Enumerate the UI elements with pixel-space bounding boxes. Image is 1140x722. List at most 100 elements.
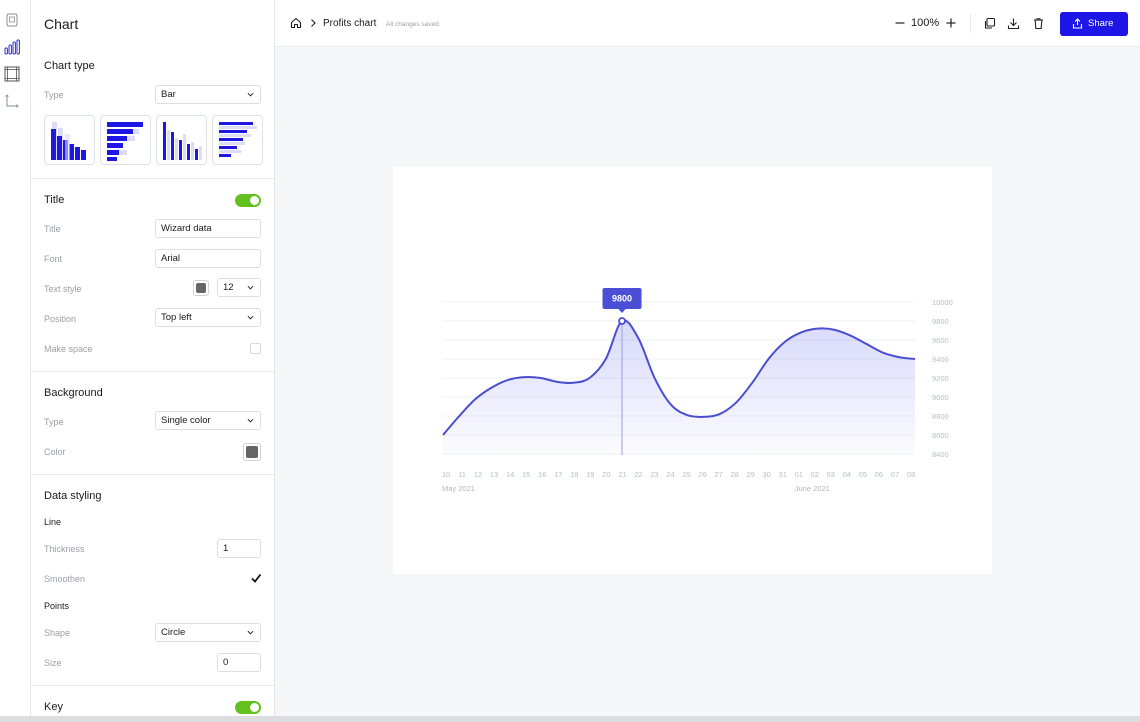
position-select[interactable]: Top left — [155, 308, 261, 327]
divider — [31, 178, 274, 179]
share-label: Share — [1088, 18, 1114, 29]
points-heading: Points — [44, 601, 70, 611]
shape-value: Circle — [161, 627, 186, 638]
line-heading: Line — [44, 517, 62, 527]
key-heading: Key — [44, 701, 63, 713]
position-label: Position — [44, 314, 77, 324]
size-label: Size — [44, 658, 62, 668]
font-input[interactable]: Arial — [155, 249, 261, 268]
toolbar-separator — [970, 14, 971, 33]
page-icon[interactable] — [4, 12, 20, 28]
make-space-checkbox[interactable] — [250, 343, 261, 354]
duplicate-icon[interactable] — [983, 17, 996, 30]
chart-card[interactable]: 9800 8400 8600 8800 9000 9200 9400 9600 9800 100… — [393, 167, 992, 574]
chart-icon[interactable] — [4, 39, 20, 55]
shape-select[interactable]: Circle — [155, 623, 261, 642]
bar-horizontal-icon — [107, 122, 143, 161]
area-chart: 9800 84008600880090009200940096009800100… — [442, 288, 953, 493]
y-tick-label: 9400 — [932, 355, 949, 364]
tooltip-arrow — [618, 309, 626, 313]
x-tick-label: 08 — [907, 470, 915, 479]
thumb-bar-horizontal[interactable] — [100, 115, 151, 165]
size-input[interactable]: 0 — [217, 653, 261, 672]
x-tick-label: 03 — [827, 470, 835, 479]
x-tick-label: 02 — [811, 470, 819, 479]
x-tick-label: 29 — [746, 470, 754, 479]
month-label: June 2021 — [795, 484, 830, 493]
x-tick-label: 27 — [714, 470, 722, 479]
chart-name[interactable]: Profits chart — [323, 18, 376, 29]
bar-grouped-vertical-icon — [163, 122, 202, 160]
background-heading: Background — [44, 387, 103, 399]
panel-title: Chart — [44, 16, 79, 32]
download-icon[interactable] — [1007, 17, 1020, 30]
tooltip: 9800 — [602, 288, 642, 313]
font-label: Font — [44, 254, 63, 264]
shape-label: Shape — [44, 628, 71, 638]
thumb-bar-grouped-vertical[interactable] — [156, 115, 207, 165]
y-tick-label: 8800 — [932, 412, 949, 421]
title-label: Title — [44, 224, 61, 234]
smoothen-checkmark-icon[interactable] — [250, 572, 262, 584]
title-input[interactable]: Wizard data — [155, 219, 261, 238]
thickness-input[interactable]: 1 — [217, 539, 261, 558]
share-button[interactable]: Share — [1060, 12, 1128, 36]
chevron-down-icon — [247, 418, 254, 423]
thickness-label: Thickness — [44, 544, 85, 554]
chart-type-select[interactable]: Bar — [155, 85, 261, 104]
text-style-label: Text style — [44, 284, 82, 294]
divider — [31, 474, 274, 475]
chart-type-value: Bar — [161, 89, 176, 100]
x-tick-label: 24 — [666, 470, 674, 479]
chevron-down-icon — [247, 315, 254, 320]
thumb-bar-vertical[interactable] — [44, 115, 95, 165]
x-tick-label: 30 — [763, 470, 771, 479]
bar-grouped-horizontal-icon — [219, 122, 257, 157]
chevron-right-icon — [311, 19, 316, 27]
x-tick-label: 26 — [698, 470, 706, 479]
axes-icon[interactable] — [4, 93, 20, 109]
home-icon[interactable] — [290, 17, 302, 29]
text-color-swatch[interactable] — [193, 280, 209, 296]
data-styling-heading: Data styling — [44, 490, 102, 502]
title-heading: Title — [44, 194, 65, 206]
tooltip-value: 9800 — [612, 294, 632, 304]
x-tick-label: 16 — [538, 470, 546, 479]
hover-marker-point[interactable] — [618, 317, 626, 325]
text-size-select[interactable]: 12 — [217, 278, 261, 297]
title-toggle[interactable] — [235, 194, 261, 207]
text-color-chip — [196, 283, 206, 293]
background-type-select[interactable]: Single color — [155, 411, 261, 430]
zoom-in-icon[interactable] — [945, 17, 957, 29]
delete-icon[interactable] — [1032, 17, 1045, 30]
x-tick-label: 22 — [634, 470, 642, 479]
x-tick-label: 18 — [570, 470, 578, 479]
x-tick-label: 15 — [522, 470, 530, 479]
divider — [31, 685, 274, 686]
x-tick-label: 31 — [779, 470, 787, 479]
x-tick-label: 04 — [843, 470, 851, 479]
smoothen-label: Smoothen — [44, 574, 86, 584]
background-type-value: Single color — [161, 415, 211, 426]
chart-type-heading: Chart type — [44, 60, 95, 72]
x-tick-label: 28 — [730, 470, 738, 479]
x-tick-label: 06 — [875, 470, 883, 479]
background-color-chip — [246, 446, 258, 458]
position-value: Top left — [161, 312, 192, 323]
y-tick-label: 9200 — [932, 374, 949, 383]
zoom-out-icon[interactable] — [894, 17, 906, 29]
save-status: All changes saved. — [386, 21, 441, 28]
chevron-down-icon — [247, 92, 254, 97]
chevron-down-icon — [247, 285, 254, 290]
background-color-label: Color — [44, 447, 66, 457]
x-tick-label: 12 — [474, 470, 482, 479]
frame-icon[interactable] — [4, 66, 20, 82]
background-color-swatch[interactable] — [243, 443, 261, 461]
x-tick-label: 20 — [602, 470, 610, 479]
month-label: May 2021 — [442, 484, 475, 493]
x-tick-label: 21 — [618, 470, 626, 479]
thumb-bar-grouped-horizontal[interactable] — [212, 115, 263, 165]
key-toggle[interactable] — [235, 701, 261, 714]
bar-vertical-icon — [51, 122, 86, 160]
horizontal-scrollbar[interactable] — [0, 716, 1140, 722]
